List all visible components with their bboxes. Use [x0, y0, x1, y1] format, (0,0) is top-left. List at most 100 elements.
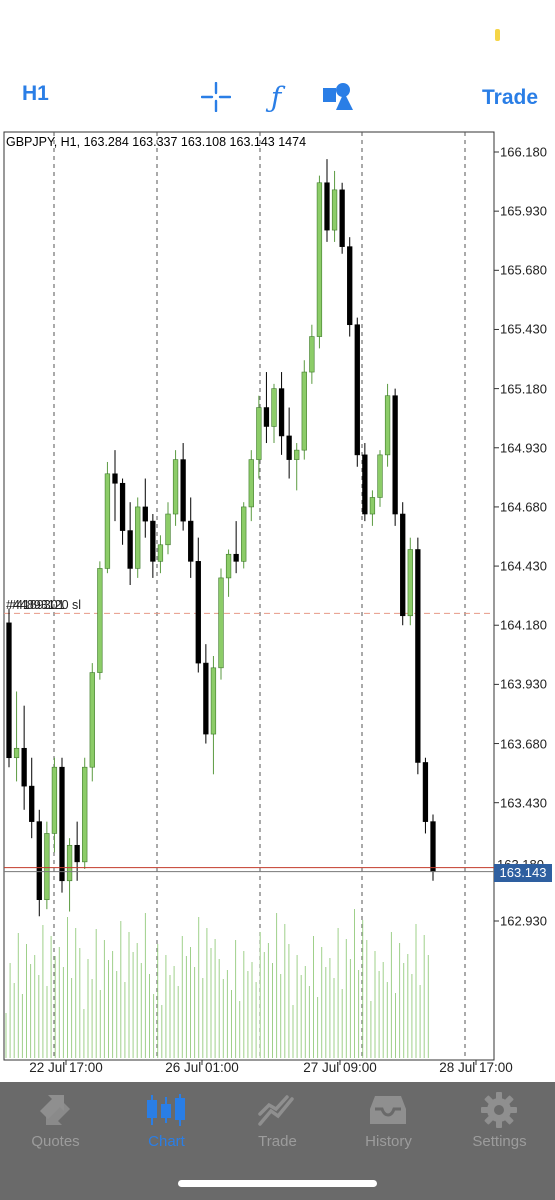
tab-history[interactable]: History	[333, 1082, 444, 1162]
candle-body	[384, 395, 391, 456]
candle-body	[36, 821, 42, 901]
candle-body	[180, 459, 186, 522]
trade-icon	[257, 1090, 297, 1130]
gear-icon	[479, 1090, 519, 1130]
candle-body	[301, 371, 307, 451]
candle-body	[29, 785, 35, 822]
chart-info: GBPJPY, H1, 163.284 163.337 163.108 163.…	[6, 135, 307, 149]
candle-body	[430, 821, 436, 872]
candlestick-chart[interactable]	[0, 130, 555, 1082]
crosshair-icon[interactable]	[199, 80, 233, 114]
y-tick-label: 162.930	[500, 913, 547, 929]
candle-body	[142, 506, 148, 522]
y-tick-label: 164.930	[500, 440, 547, 456]
candle-body	[225, 553, 232, 579]
chart-toolbar: H1 ƒ Trade	[0, 62, 555, 130]
y-tick-label: 165.180	[500, 381, 547, 397]
candle-body	[66, 844, 73, 882]
candle-body	[362, 454, 368, 515]
y-tick-label: 163.680	[500, 736, 547, 752]
objects-icon[interactable]	[321, 80, 355, 114]
candle-body	[112, 473, 118, 484]
status-indicator	[495, 29, 500, 41]
candle-body	[369, 497, 376, 515]
tab-label-trade: Trade	[258, 1133, 297, 1150]
candle-body	[172, 459, 179, 515]
candle-body	[347, 246, 353, 326]
candle-body	[89, 672, 95, 768]
candle-body	[233, 553, 239, 562]
quotes-icon	[35, 1090, 75, 1130]
candle-body	[218, 577, 224, 669]
candle-body	[210, 667, 217, 735]
candle-body	[286, 435, 292, 460]
candle-body	[316, 182, 323, 337]
candle-body	[256, 407, 262, 460]
candle-body	[354, 324, 360, 456]
tab-label-quotes: Quotes	[31, 1133, 80, 1150]
home-indicator	[178, 1180, 377, 1187]
candle-body	[377, 454, 383, 498]
trade-button[interactable]: Trade	[482, 86, 538, 110]
candle-body	[400, 513, 406, 617]
price-chart[interactable]: GBPJPY, H1, 163.284 163.337 163.108 163.…	[0, 130, 555, 1082]
candle-body	[6, 622, 12, 759]
candle-body	[422, 762, 429, 822]
y-tick-label: 164.180	[500, 617, 547, 633]
candle-body	[203, 662, 209, 735]
order-label-2: #4189301	[9, 598, 65, 612]
tab-settings[interactable]: Settings	[444, 1082, 555, 1162]
y-tick-label: 165.930	[500, 203, 547, 219]
candle-body	[248, 459, 254, 508]
candle-body	[309, 336, 315, 373]
candle-body	[97, 568, 103, 673]
status-bar	[0, 0, 555, 60]
y-tick-label: 165.680	[500, 262, 547, 278]
history-icon	[368, 1090, 408, 1130]
candle-body	[74, 844, 80, 863]
y-tick-label: 164.430	[500, 558, 547, 574]
candle-body	[119, 482, 126, 531]
y-tick-label: 166.180	[500, 144, 547, 160]
candle-body	[104, 473, 111, 569]
candle-body	[263, 407, 270, 427]
tab-trade[interactable]: Trade	[222, 1082, 333, 1162]
candle-body	[127, 530, 133, 569]
candle-body	[21, 747, 27, 787]
candle-body	[331, 189, 338, 231]
timeframe-button[interactable]: H1	[22, 82, 49, 106]
candle-body	[241, 506, 247, 562]
tab-label-history: History	[365, 1133, 412, 1150]
x-tick-label: 22 Jul 17:00	[29, 1060, 103, 1075]
candle-body	[392, 395, 398, 515]
candle-body	[51, 766, 58, 834]
candle-body	[339, 189, 345, 247]
candle-body	[165, 513, 171, 546]
tab-chart[interactable]: Chart	[111, 1082, 222, 1162]
function-icon[interactable]: ƒ	[259, 80, 293, 114]
y-tick-label: 164.680	[500, 499, 547, 515]
candle-body	[294, 449, 300, 460]
x-tick-label: 28 Jul 17:00	[439, 1060, 513, 1075]
candle-body	[415, 549, 421, 763]
candle-body	[188, 520, 194, 562]
y-tick-label: 165.430	[500, 321, 547, 337]
candle-body	[135, 506, 141, 569]
candle-body	[82, 766, 88, 863]
candle-body	[324, 182, 330, 231]
candle-body	[407, 549, 413, 617]
candle-body	[13, 747, 20, 759]
tab-label-settings: Settings	[472, 1133, 527, 1150]
candle-body	[195, 561, 201, 664]
x-tick-label: 27 Jul 09:00	[303, 1060, 377, 1075]
candle-body	[44, 833, 50, 901]
candle-body	[278, 388, 285, 437]
candle-body	[59, 766, 65, 882]
tab-quotes[interactable]: Quotes	[0, 1082, 111, 1162]
y-tick-label: 163.930	[500, 676, 547, 692]
candle-body	[271, 388, 277, 427]
current-price-tag: 163.143	[494, 864, 552, 882]
tab-label-chart: Chart	[148, 1133, 185, 1150]
x-tick-label: 26 Jul 01:00	[165, 1060, 239, 1075]
candle-body	[157, 544, 164, 562]
